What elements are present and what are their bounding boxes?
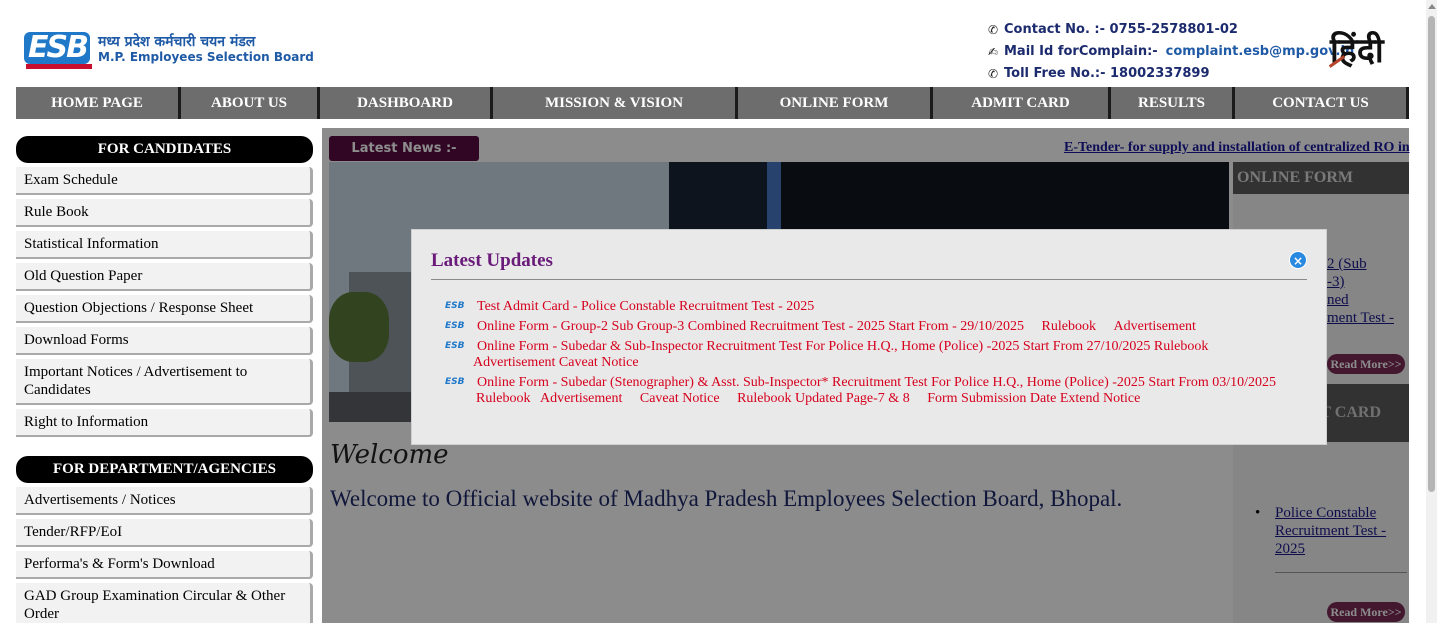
sidebar-item-performa-download[interactable]: Performa's & Form's Download xyxy=(16,551,313,579)
nav-dashboard[interactable]: DASHBOARD xyxy=(320,87,493,119)
rulebook-updated-link[interactable]: Rulebook Updated Page-7 & 8 xyxy=(737,391,910,406)
latest-updates-title: Latest Updates xyxy=(431,250,553,271)
caveat-notice-link[interactable]: Caveat Notice xyxy=(640,391,720,406)
phone-icon: ✆ xyxy=(988,23,999,37)
contact-info: ✆ Contact No. :- 0755-2578801-02 ✍ Mail … xyxy=(988,19,1354,85)
sidebar-item-important-notices[interactable]: Important Notices / Advertisement to Can… xyxy=(16,359,313,405)
update-link[interactable]: Online Form - Subedar (Stenographer) & A… xyxy=(477,375,1276,390)
nav-mission-vision[interactable]: MISSION & VISION xyxy=(493,87,738,119)
rulebook-link[interactable]: Rulebook xyxy=(1042,319,1096,334)
scroll-up-icon[interactable] xyxy=(1428,4,1436,9)
main-nav: HOME PAGE ABOUT US DASHBOARD MISSION & V… xyxy=(16,87,1409,119)
sidebar-item-statistical-information[interactable]: Statistical Information xyxy=(16,231,313,259)
rulebook-link[interactable]: Rulebook xyxy=(1154,339,1208,354)
sidebar-item-old-question-paper[interactable]: Old Question Paper xyxy=(16,263,313,291)
update-item: ESB Online Form - Subedar & Sub-Inspector… xyxy=(445,339,1305,371)
caveat-notice-link[interactable]: Caveat Notice xyxy=(559,355,639,370)
update-link[interactable]: Online Form - Group-2 Sub Group-3 Combin… xyxy=(477,319,1024,334)
sidebar-item-gad-circular[interactable]: GAD Group Examination Circular & Other O… xyxy=(16,583,313,623)
contact-mail: ✍ Mail Id forComplain:- complaint.esb@mp… xyxy=(988,41,1354,63)
sidebar-item-rule-book[interactable]: Rule Book xyxy=(16,199,313,227)
rulebook-link[interactable]: Rulebook xyxy=(476,391,530,406)
nav-results[interactable]: RESULTS xyxy=(1111,87,1235,119)
sidebar-item-question-objections[interactable]: Question Objections / Response Sheet xyxy=(16,295,313,323)
advertisement-link[interactable]: Advertisement xyxy=(473,355,555,370)
esb-bullet-icon: ESB xyxy=(445,321,465,332)
sidebar-item-download-forms[interactable]: Download Forms xyxy=(16,327,313,355)
update-link[interactable]: Test Admit Card - Police Constable Recru… xyxy=(477,299,814,314)
form-submission-extend-link[interactable]: Form Submission Date Extend Notice xyxy=(927,391,1140,406)
page-scrollbar[interactable] xyxy=(1426,0,1437,623)
phone-icon: ✆ xyxy=(988,67,999,81)
sidebar-item-tender[interactable]: Tender/RFP/EoI xyxy=(16,519,313,547)
esb-bullet-icon: ESB xyxy=(445,301,465,312)
hindi-language-toggle[interactable]: हिंदी xyxy=(1328,26,1384,72)
candidates-sidebar: FOR CANDIDATES Exam Schedule Rule Book S… xyxy=(16,136,313,437)
update-link[interactable]: Online Form - Subedar & Sub-Inspector Re… xyxy=(477,339,1150,354)
esb-logo[interactable]: ESB मध्य प्रदेश कर्मचारी चयन मंडल M.P. E… xyxy=(24,28,314,70)
candidates-heading: FOR CANDIDATES xyxy=(16,136,313,163)
esb-logo-mark: ESB xyxy=(24,28,94,70)
update-item: ESB Test Admit Card - Police Constable Re… xyxy=(445,299,1305,315)
nav-online-form[interactable]: ONLINE FORM xyxy=(738,87,933,119)
mail-icon: ✍ xyxy=(988,45,999,59)
nav-contact-us[interactable]: CONTACT US xyxy=(1235,87,1409,119)
esb-bullet-icon: ESB xyxy=(445,377,465,388)
sidebar-item-advertisements-notices[interactable]: Advertisements / Notices xyxy=(16,487,313,515)
site-header: ESB मध्य प्रदेश कर्मचारी चयन मंडल M.P. E… xyxy=(0,0,1437,86)
update-item: ESB Online Form - Subedar (Stenographer) … xyxy=(445,375,1305,407)
logo-text: मध्य प्रदेश कर्मचारी चयन मंडल M.P. Emplo… xyxy=(98,34,314,64)
advertisement-link[interactable]: Advertisement xyxy=(1114,319,1196,334)
contact-tollfree: ✆ Toll Free No.:- 18002337899 xyxy=(988,63,1354,85)
sidebar-item-exam-schedule[interactable]: Exam Schedule xyxy=(16,167,313,195)
nav-about-us[interactable]: ABOUT US xyxy=(181,87,320,119)
sidebar-item-right-to-information[interactable]: Right to Information xyxy=(16,409,313,437)
logo-hindi-name: मध्य प्रदेश कर्मचारी चयन मंडल xyxy=(98,34,256,50)
update-item: ESB Online Form - Group-2 Sub Group-3 Com… xyxy=(445,319,1305,335)
divider xyxy=(431,279,1307,280)
latest-updates-modal: Latest Updates × ESB Test Admit Card - Po… xyxy=(411,229,1327,445)
contact-phone: ✆ Contact No. :- 0755-2578801-02 xyxy=(988,19,1354,41)
nav-home-page[interactable]: HOME PAGE xyxy=(16,87,181,119)
complaint-mail-link[interactable]: complaint.esb@mp.gov.in xyxy=(1166,41,1355,63)
logo-english-name: M.P. Employees Selection Board xyxy=(98,50,314,64)
scrollbar-thumb[interactable] xyxy=(1428,16,1435,492)
departments-sidebar: FOR DEPARTMENT/AGENCIES Advertisements /… xyxy=(16,456,313,623)
close-icon[interactable]: × xyxy=(1289,251,1307,269)
nav-admit-card[interactable]: ADMIT CARD xyxy=(933,87,1111,119)
departments-heading: FOR DEPARTMENT/AGENCIES xyxy=(16,456,313,483)
advertisement-link[interactable]: Advertisement xyxy=(540,391,622,406)
esb-bullet-icon: ESB xyxy=(445,341,465,352)
